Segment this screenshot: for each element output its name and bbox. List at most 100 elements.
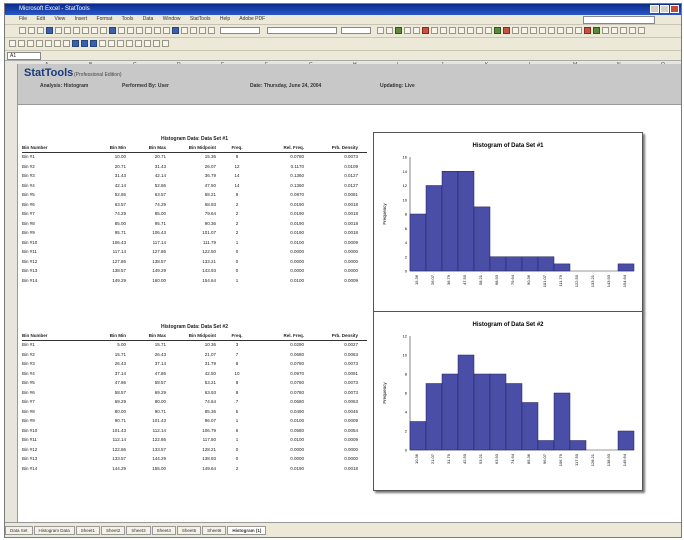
table-cell[interactable]: 0.0073	[318, 154, 358, 159]
toolbar-button[interactable]	[126, 40, 133, 47]
table-cell[interactable]: 0.0190	[270, 230, 304, 235]
table-cell[interactable]: 133.57	[132, 447, 166, 452]
table-cell[interactable]: 2	[227, 221, 247, 226]
toolbar-button[interactable]	[117, 40, 124, 47]
toolbar-button[interactable]	[440, 27, 447, 34]
table-cell[interactable]: 0.0063	[318, 352, 358, 357]
menu-file[interactable]: File	[19, 16, 27, 22]
table-cell[interactable]: 138.57	[92, 268, 126, 273]
table-cell[interactable]: 106.43	[132, 230, 166, 235]
table-cell[interactable]: Bin #2	[22, 352, 62, 357]
table-cell[interactable]: 127.86	[132, 249, 166, 254]
table-cell[interactable]: 95.71	[92, 230, 126, 235]
sheet-tab[interactable]: Sheet1	[75, 526, 101, 535]
table-cell[interactable]: 0.0000	[318, 456, 358, 461]
table-cell[interactable]: 0.0000	[318, 259, 358, 264]
toolbar-button[interactable]	[73, 27, 80, 34]
table-cell[interactable]: 36.79	[172, 173, 216, 178]
table-cell[interactable]: 155.00	[132, 466, 166, 471]
toolbar-button[interactable]	[46, 27, 53, 34]
zoom-combo[interactable]	[220, 27, 260, 34]
table-cell[interactable]: 133.57	[92, 456, 126, 461]
table-cell[interactable]: 0.0680	[270, 352, 304, 357]
table-cell[interactable]: 37.14	[132, 361, 166, 366]
menu-help[interactable]: Help	[220, 16, 230, 22]
table-cell[interactable]: 0.0054	[318, 428, 358, 433]
table-cell[interactable]: Bin #6	[22, 202, 62, 207]
table-cell[interactable]: 0.0000	[318, 447, 358, 452]
table-cell[interactable]: 0.1360	[270, 183, 304, 188]
toolbar-button[interactable]	[395, 27, 402, 34]
table-cell[interactable]: 37.14	[92, 371, 126, 376]
table-cell[interactable]: 0.0063	[318, 399, 358, 404]
histogram-chart-1[interactable]: Histogram of Data Set #1 Frequency 0 2 4 6 8 10…	[373, 132, 643, 312]
sheet-tab[interactable]: Sheet6	[202, 526, 227, 535]
table-cell[interactable]: 138.57	[132, 259, 166, 264]
table-cell[interactable]: 14	[227, 183, 247, 188]
table-cell[interactable]: Bin #7	[22, 399, 62, 404]
toolbar-button[interactable]	[190, 27, 197, 34]
toolbar-button[interactable]	[208, 27, 215, 34]
table-cell[interactable]: 0.0290	[270, 342, 304, 347]
toolbar-button[interactable]	[503, 27, 510, 34]
table-cell[interactable]: 0.0127	[318, 173, 358, 178]
table-cell[interactable]: 69.29	[132, 390, 166, 395]
toolbar-button[interactable]	[422, 27, 429, 34]
toolbar-button[interactable]	[81, 40, 88, 47]
toolbar-button[interactable]	[36, 40, 43, 47]
table-cell[interactable]: 101.43	[92, 428, 126, 433]
table-cell[interactable]: 122.50	[172, 249, 216, 254]
toolbar-button[interactable]	[54, 40, 61, 47]
table-cell[interactable]: 7	[227, 399, 247, 404]
table-cell[interactable]: 111.79	[172, 240, 216, 245]
table-cell[interactable]: 31.43	[92, 173, 126, 178]
toolbar-button[interactable]	[458, 27, 465, 34]
sheet-tab[interactable]: Sheet2	[101, 526, 126, 535]
table-cell[interactable]: Bin #10	[22, 428, 62, 433]
toolbar-button[interactable]	[557, 27, 564, 34]
toolbar-button[interactable]	[109, 27, 116, 34]
toolbar-button[interactable]	[154, 27, 161, 34]
toolbar-button[interactable]	[27, 40, 34, 47]
table-cell[interactable]: 0	[227, 447, 247, 452]
table-cell[interactable]: Bin #5	[22, 192, 62, 197]
toolbar-button[interactable]	[602, 27, 609, 34]
table-cell[interactable]: 160.00	[132, 278, 166, 283]
toolbar-button[interactable]	[108, 40, 115, 47]
table-cell[interactable]: 122.86	[92, 447, 126, 452]
table-cell[interactable]: Bin #6	[22, 390, 62, 395]
table-cell[interactable]: 1	[227, 240, 247, 245]
font-combo[interactable]	[267, 27, 337, 34]
table-cell[interactable]: 0.0780	[270, 361, 304, 366]
table-cell[interactable]: 117.14	[132, 240, 166, 245]
table-cell[interactable]: 74.29	[92, 211, 126, 216]
table-cell[interactable]: 47.86	[92, 380, 126, 385]
toolbar-button[interactable]	[63, 40, 70, 47]
table-cell[interactable]: 0.0000	[270, 259, 304, 264]
table-cell[interactable]: 8	[227, 154, 247, 159]
menu-adobe-pdf[interactable]: Adobe PDF	[239, 16, 265, 22]
table-cell[interactable]: 0.0127	[318, 183, 358, 188]
table-cell[interactable]: 74.64	[172, 399, 216, 404]
table-cell[interactable]: 106.79	[172, 428, 216, 433]
table-cell[interactable]: 8	[227, 361, 247, 366]
table-cell[interactable]: 79.64	[172, 211, 216, 216]
toolbar-button[interactable]	[611, 27, 618, 34]
table-cell[interactable]: 2	[227, 202, 247, 207]
table-cell[interactable]: 0.0018	[318, 230, 358, 235]
histogram-chart-2[interactable]: Histogram of Data Set #2 Frequency 0 2 4 6 8 10…	[373, 311, 643, 491]
table-cell[interactable]: 0.0490	[270, 409, 304, 414]
toolbar-button[interactable]	[144, 40, 151, 47]
toolbar-button[interactable]	[404, 27, 411, 34]
table-cell[interactable]: 47.50	[172, 183, 216, 188]
table-cell[interactable]: Bin #2	[22, 164, 62, 169]
table-cell[interactable]: 85.36	[172, 409, 216, 414]
table-cell[interactable]: Bin #12	[22, 259, 62, 264]
toolbar-button[interactable]	[45, 40, 52, 47]
table-cell[interactable]: Bin #13	[22, 268, 62, 273]
toolbar-button[interactable]	[127, 27, 134, 34]
table-cell[interactable]: 0.1360	[270, 173, 304, 178]
table-cell[interactable]: 69.29	[92, 399, 126, 404]
table-cell[interactable]: 0.0780	[270, 154, 304, 159]
table-cell[interactable]: Bin #3	[22, 173, 62, 178]
